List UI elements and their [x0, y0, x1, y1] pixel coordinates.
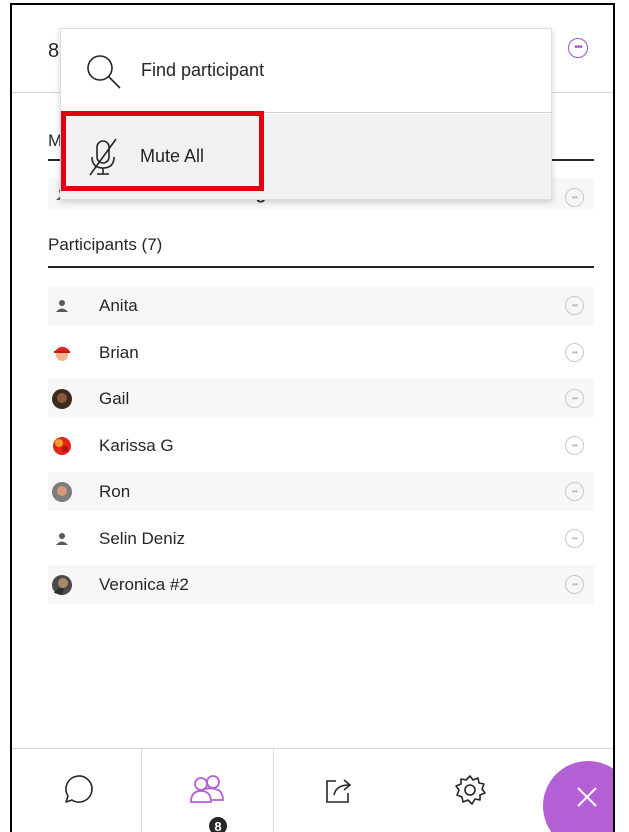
row-more-icon[interactable]: ••• [565, 343, 584, 362]
row-more-icon[interactable]: ••• [565, 436, 584, 455]
participants-button[interactable]: 8 [141, 749, 274, 832]
participant-name: Veronica #2 [99, 574, 189, 594]
bottom-toolbar: 8 [12, 748, 613, 832]
photo-avatar [52, 574, 72, 595]
participant-row[interactable]: Anita ••• [48, 286, 594, 325]
share-content-button[interactable] [274, 749, 404, 832]
participant-row[interactable]: Gail ••• [48, 379, 594, 418]
participants-heading: Participants (7) [48, 231, 594, 268]
chat-icon [60, 773, 94, 812]
close-panel-button[interactable] [543, 761, 613, 832]
photo-avatar [52, 481, 72, 502]
participant-count: 8 [48, 40, 60, 62]
row-more-icon[interactable]: ••• [565, 575, 584, 594]
participant-row[interactable]: Brian ••• [48, 333, 594, 372]
participant-name: Selin Deniz [99, 528, 185, 548]
participants-heading-label: Participants (7) [48, 235, 163, 254]
participant-name: Brian [99, 342, 139, 362]
participant-row[interactable]: Karissa G ••• [48, 426, 594, 465]
participant-name: Karissa G [99, 435, 174, 455]
share-icon [322, 773, 356, 812]
flower-avatar [52, 436, 72, 456]
default-user-icon [52, 296, 72, 316]
participant-name: Gail [99, 388, 130, 408]
photo-avatar [52, 388, 72, 409]
red-hat-avatar [52, 343, 72, 363]
people-icon [188, 772, 228, 812]
default-user-icon [52, 529, 72, 549]
participant-row[interactable]: Ron ••• [48, 472, 594, 511]
row-more-icon[interactable]: ••• [565, 296, 584, 315]
gear-icon [452, 772, 488, 813]
participant-count-badge: 8 [207, 815, 229, 832]
chat-button[interactable] [12, 749, 141, 832]
participant-row[interactable]: Selin Deniz ••• [48, 519, 594, 558]
more-options-icon[interactable]: ••• [568, 38, 588, 58]
find-participant-item[interactable]: Find participant [61, 29, 551, 113]
search-icon [83, 51, 123, 91]
row-more-icon[interactable]: ••• [565, 482, 584, 501]
settings-button[interactable] [404, 749, 536, 832]
highlight-annotation [61, 111, 264, 191]
find-participant-label: Find participant [141, 60, 265, 80]
participant-row[interactable]: Veronica #2 ••• [48, 565, 594, 604]
row-more-icon[interactable]: ••• [565, 529, 584, 548]
participant-name: Ron [99, 481, 131, 501]
participant-name: Anita [99, 295, 138, 315]
collaborate-panel: 8 ••• M Deniz Uzunosmanoglu ••• Particip… [10, 3, 615, 832]
row-more-icon[interactable]: ••• [565, 188, 584, 207]
row-more-icon[interactable]: ••• [565, 389, 584, 408]
close-icon [572, 782, 602, 817]
